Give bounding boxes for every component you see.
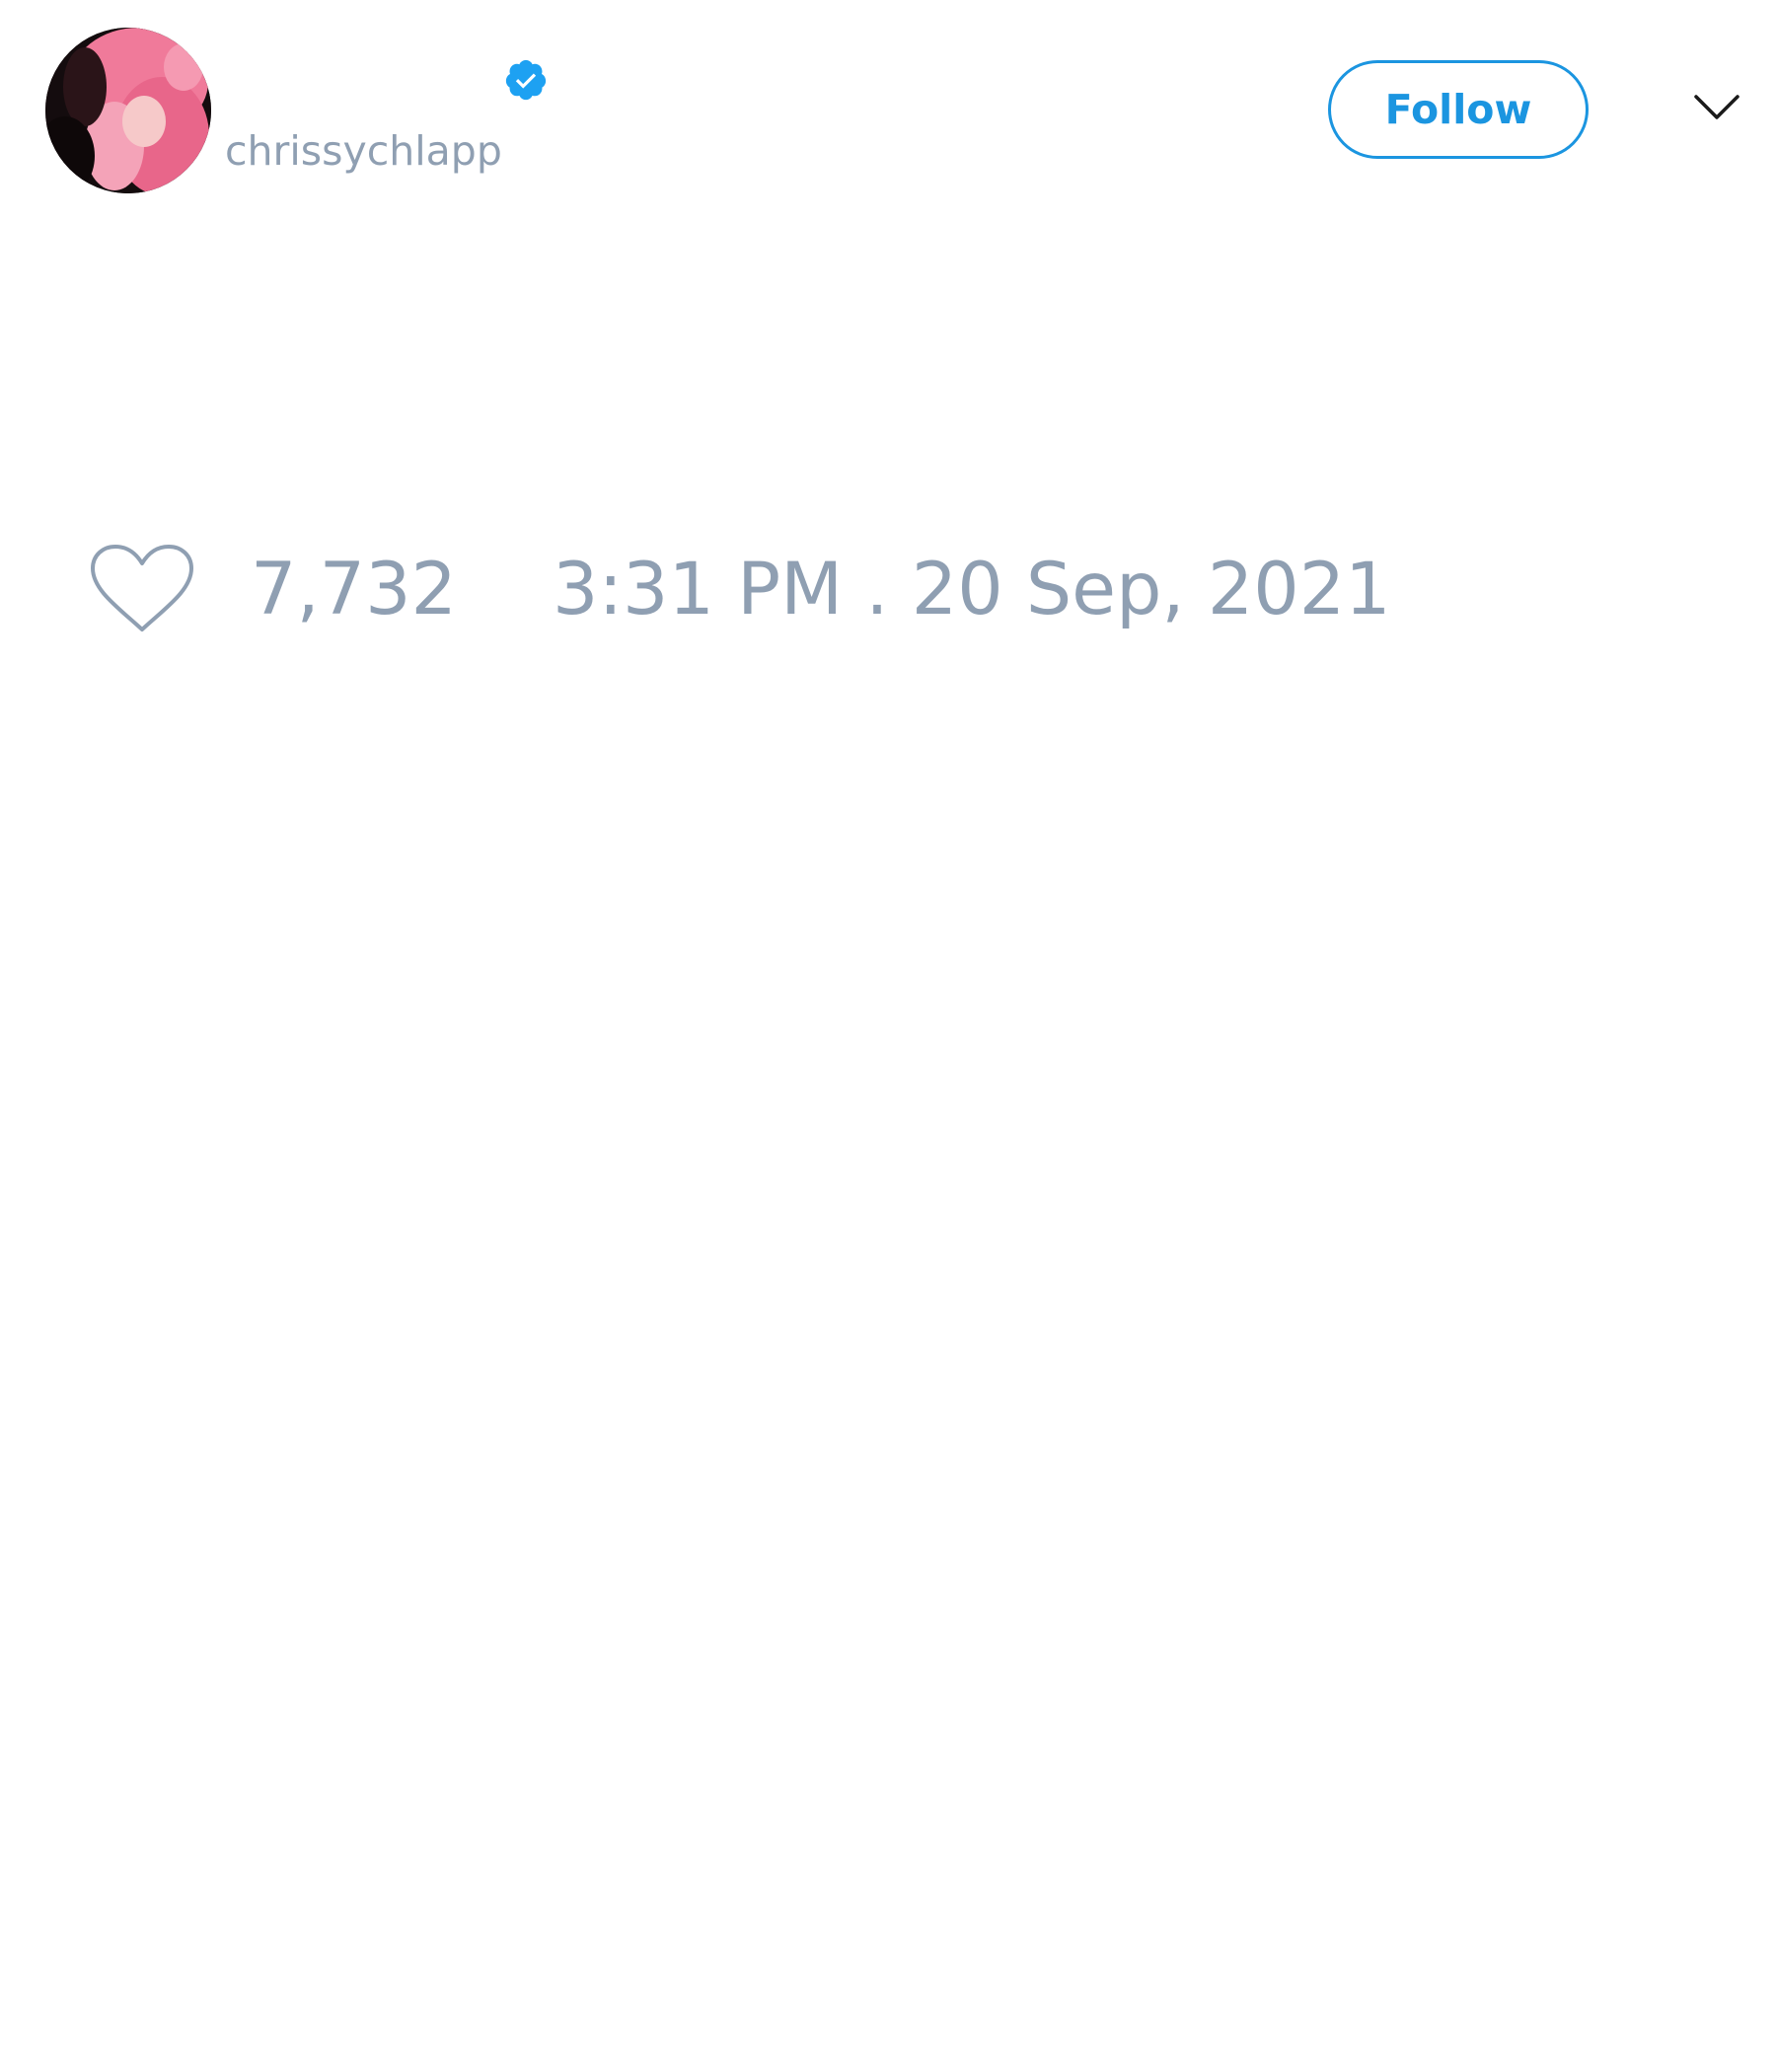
verified-badge-icon	[505, 59, 547, 101]
author-handle[interactable]: chrissychlapp	[225, 126, 502, 176]
tweet-timestamp[interactable]: 3:31 PM . 20 Sep, 2021	[553, 549, 1391, 631]
follow-button[interactable]: Follow	[1328, 60, 1589, 159]
avatar[interactable]	[45, 28, 211, 193]
chevron-down-icon[interactable]	[1693, 91, 1740, 124]
heart-outline-icon[interactable]	[89, 543, 195, 635]
like-count: 7,732	[251, 548, 457, 631]
avatar-photo	[45, 28, 211, 193]
